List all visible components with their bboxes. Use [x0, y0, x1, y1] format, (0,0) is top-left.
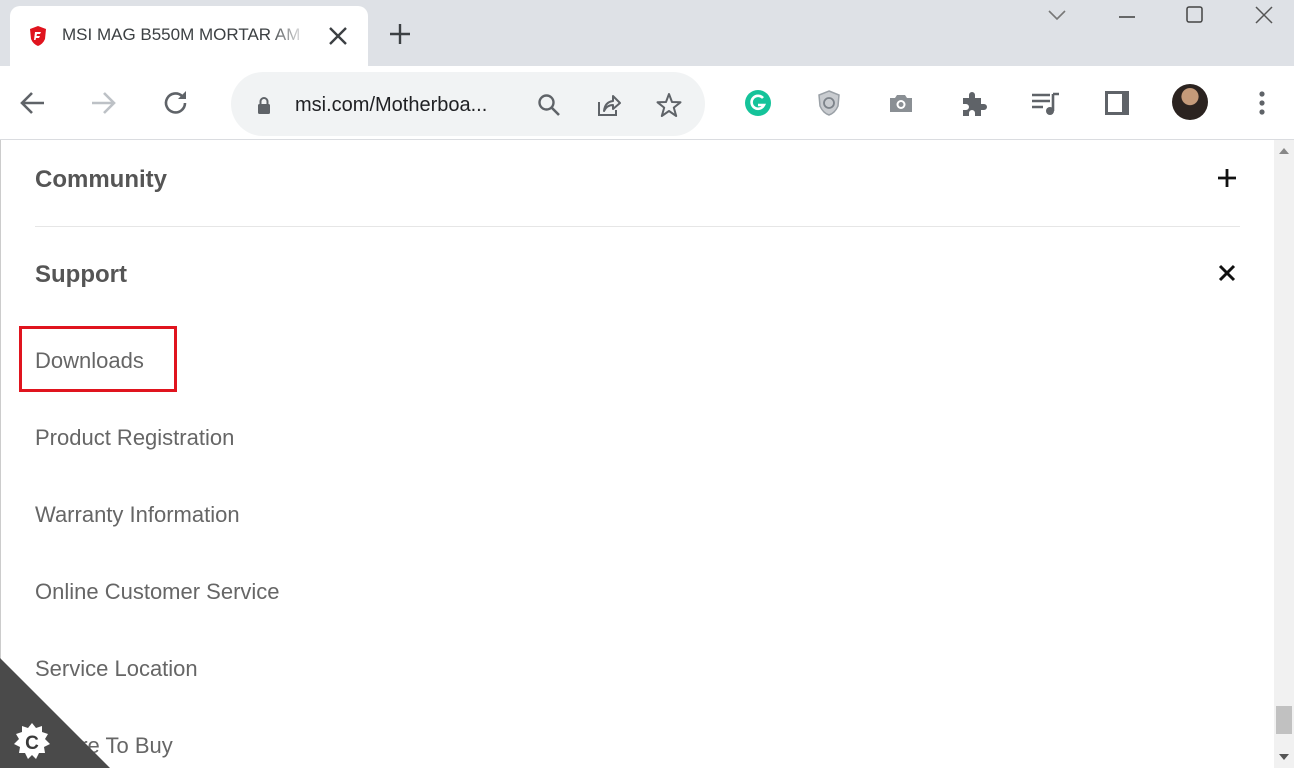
share-icon[interactable] — [596, 92, 622, 118]
chevron-down-icon[interactable] — [1046, 4, 1068, 26]
puzzle-icon[interactable] — [958, 88, 988, 118]
scroll-thumb[interactable] — [1276, 706, 1292, 734]
section-divider — [35, 226, 1240, 227]
page-content: Community Support Downloads Product Regi… — [0, 140, 1274, 768]
lock-icon[interactable] — [257, 96, 271, 114]
close-tab-icon[interactable] — [326, 24, 350, 48]
kebab-menu-icon[interactable] — [1247, 88, 1277, 118]
maximize-icon[interactable] — [1184, 4, 1206, 26]
collapse-x-icon[interactable] — [1215, 261, 1239, 285]
msi-shield-icon — [30, 26, 46, 46]
tab-title: MSI MAG B550M MORTAR AM — [62, 25, 301, 44]
badge-letter: C — [25, 733, 39, 754]
star-icon[interactable] — [656, 92, 682, 118]
new-tab-icon[interactable] — [388, 22, 412, 46]
scroll-down-arrow-icon[interactable] — [1279, 754, 1289, 760]
arrow-right-icon[interactable] — [88, 88, 118, 118]
search-icon[interactable] — [536, 92, 562, 118]
browser-titlebar: MSI MAG B550M MORTAR AM — [0, 0, 1294, 66]
browser-tab-active[interactable]: MSI MAG B550M MORTAR AM — [10, 6, 368, 66]
arrow-left-icon[interactable] — [18, 88, 48, 118]
vertical-scrollbar[interactable] — [1274, 140, 1294, 768]
grammarly-icon[interactable] — [743, 88, 773, 118]
camera-icon[interactable] — [886, 88, 916, 118]
minimize-icon[interactable] — [1116, 4, 1138, 26]
support-link-downloads[interactable]: Downloads — [35, 348, 144, 374]
section-community-title[interactable]: Community — [35, 166, 167, 194]
section-support-title[interactable]: Support — [35, 261, 127, 289]
corner-cookie-badge[interactable]: C — [0, 658, 110, 768]
profile-avatar[interactable] — [1172, 84, 1208, 120]
reload-icon[interactable] — [161, 88, 191, 118]
expand-plus-icon[interactable] — [1215, 166, 1239, 190]
browser-toolbar: msi.com/Motherboa... — [0, 66, 1294, 140]
scroll-up-arrow-icon[interactable] — [1279, 148, 1289, 154]
support-link-product-registration[interactable]: Product Registration — [35, 425, 234, 451]
window-close-icon[interactable] — [1253, 4, 1275, 26]
side-panel-icon[interactable] — [1102, 88, 1132, 118]
shield-extension-icon[interactable] — [814, 88, 844, 118]
media-playlist-icon[interactable] — [1030, 88, 1060, 118]
address-bar[interactable]: msi.com/Motherboa... — [231, 72, 705, 136]
support-link-online-customer-service[interactable]: Online Customer Service — [35, 579, 280, 605]
url-text[interactable]: msi.com/Motherboa... — [295, 94, 487, 117]
support-link-warranty-information[interactable]: Warranty Information — [35, 502, 240, 528]
